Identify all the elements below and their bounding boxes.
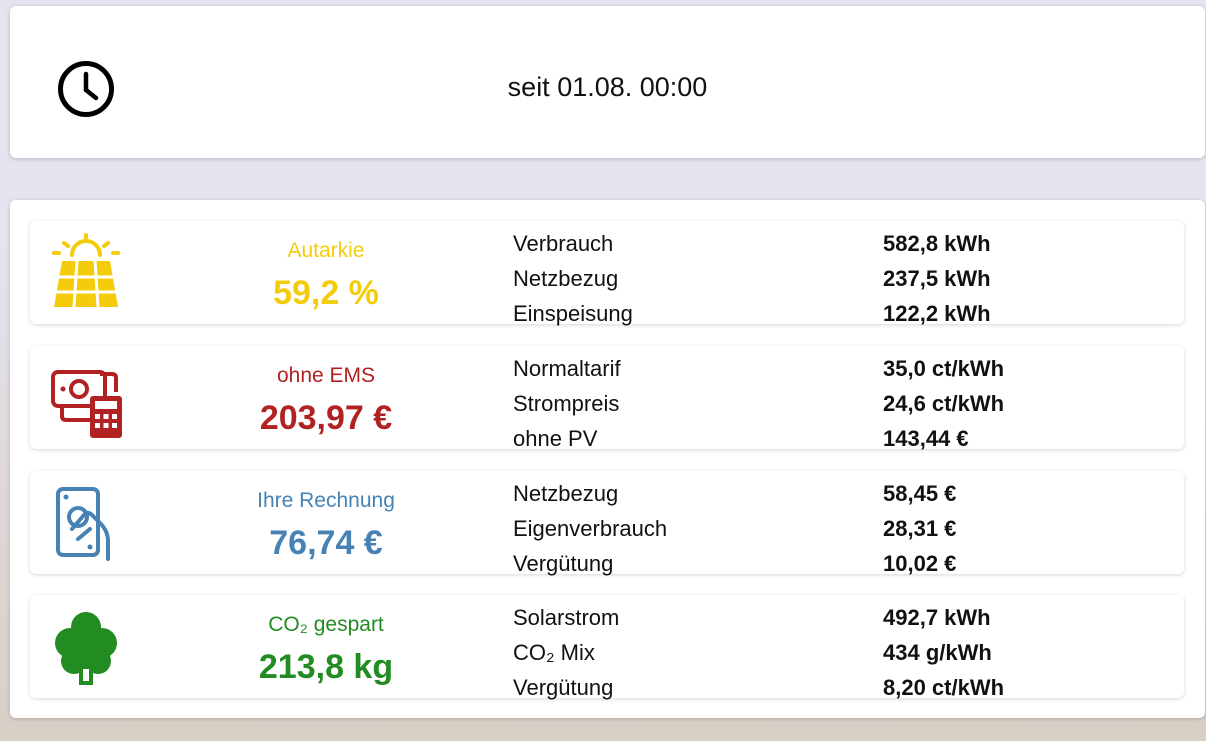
detail-value: 8,20 ct/kWh [883, 675, 1005, 700]
detail-key: Netzbezug [513, 481, 619, 506]
stat-details: Verbrauch 582,8 kWh Netzbezug 237,5 kWh Ei… [513, 226, 1153, 331]
detail-key: Strompreis [513, 391, 620, 416]
detail-key: Eigenverbrauch [513, 516, 668, 541]
detail-key: Einspeisung [513, 301, 633, 326]
detail-row: CO₂ Mix 434 g/kWh [513, 635, 1153, 670]
period-since-label: seit 01.08. 00:00 [507, 72, 708, 102]
detail-row: Netzbezug 58,45 € [513, 476, 1153, 511]
detail-key: Solarstrom [513, 605, 620, 630]
stat-value: 203,97 € [259, 399, 393, 437]
hand-holding-bill-icon [56, 487, 110, 561]
detail-value: 582,8 kWh [883, 231, 991, 256]
detail-key: Normaltarif [513, 356, 621, 381]
detail-value: 28,31 € [883, 516, 957, 541]
stat-card-autarkie: Autarkie 59,2 % Verbrauch 582,8 kWh Netzb… [30, 221, 1184, 326]
stat-label: Autarkie [287, 239, 365, 262]
detail-value: 237,5 kWh [883, 266, 991, 291]
detail-row: Einspeisung 122,2 kWh [513, 296, 1153, 331]
period-card: seit 01.08. 00:00 [10, 6, 1205, 158]
stat-value: 76,74 € [269, 524, 383, 562]
stat-details: Normaltarif 35,0 ct/kWh Strompreis 24,6 ct… [513, 351, 1153, 456]
detail-value: 143,44 € [883, 426, 969, 451]
detail-key: Vergütung [513, 675, 614, 700]
detail-key: Vergütung [513, 551, 614, 576]
detail-row: Vergütung 10,02 € [513, 546, 1153, 581]
ohne-ems-summary: ohne EMS 203,97 € [226, 346, 426, 439]
detail-row: Normaltarif 35,0 ct/kWh [513, 351, 1153, 386]
detail-row: Solarstrom 492,7 kWh [513, 600, 1153, 635]
detail-value: 35,0 ct/kWh [883, 356, 1005, 381]
stat-details: Solarstrom 492,7 kWh CO₂ Mix 434 g/kWh Ver… [513, 600, 1153, 705]
co2-summary: CO₂ gespart 213,8 kg [226, 595, 426, 688]
detail-key: Verbrauch [513, 231, 614, 256]
detail-value: 58,45 € [883, 481, 957, 506]
stat-details: Netzbezug 58,45 € Eigenverbrauch 28,31 € V… [513, 476, 1153, 581]
detail-value: 434 g/kWh [883, 640, 992, 665]
solar-panel-icon [52, 233, 120, 308]
stat-value: 59,2 % [273, 274, 379, 312]
stat-label: CO₂ gespart [268, 613, 384, 636]
money-calculator-icon [51, 370, 122, 438]
detail-row: Vergütung 8,20 ct/kWh [513, 670, 1153, 705]
detail-key: ohne PV [513, 426, 598, 451]
stat-value: 213,8 kg [258, 648, 394, 686]
detail-row: Verbrauch 582,8 kWh [513, 226, 1153, 261]
stats-panel: Autarkie 59,2 % Verbrauch 582,8 kWh Netzb… [10, 200, 1205, 718]
detail-value: 10,02 € [883, 551, 957, 576]
stat-card-co2-gespart: CO₂ gespart 213,8 kg Solarstrom 492,7 kWh… [30, 595, 1184, 700]
stat-card-ihre-rechnung: Ihre Rechnung 76,74 € Netzbezug 58,45 € E… [30, 471, 1184, 576]
detail-key: Netzbezug [513, 266, 619, 291]
ihre-rechnung-summary: Ihre Rechnung 76,74 € [226, 471, 426, 564]
detail-key: CO₂ Mix [513, 640, 595, 665]
detail-row: ohne PV 143,44 € [513, 421, 1153, 456]
detail-row: Netzbezug 237,5 kWh [513, 261, 1153, 296]
stat-label: ohne EMS [276, 364, 376, 387]
detail-value: 122,2 kWh [883, 301, 991, 326]
stat-label: Ihre Rechnung [257, 489, 395, 512]
detail-row: Eigenverbrauch 28,31 € [513, 511, 1153, 546]
stat-card-ohne-ems: ohne EMS 203,97 € Normaltarif 35,0 ct/kWh… [30, 346, 1184, 451]
autarkie-summary: Autarkie 59,2 % [226, 221, 426, 314]
detail-value: 24,6 ct/kWh [883, 391, 1005, 416]
detail-row: Strompreis 24,6 ct/kWh [513, 386, 1153, 421]
detail-value: 492,7 kWh [883, 605, 991, 630]
tree-icon [55, 612, 117, 685]
